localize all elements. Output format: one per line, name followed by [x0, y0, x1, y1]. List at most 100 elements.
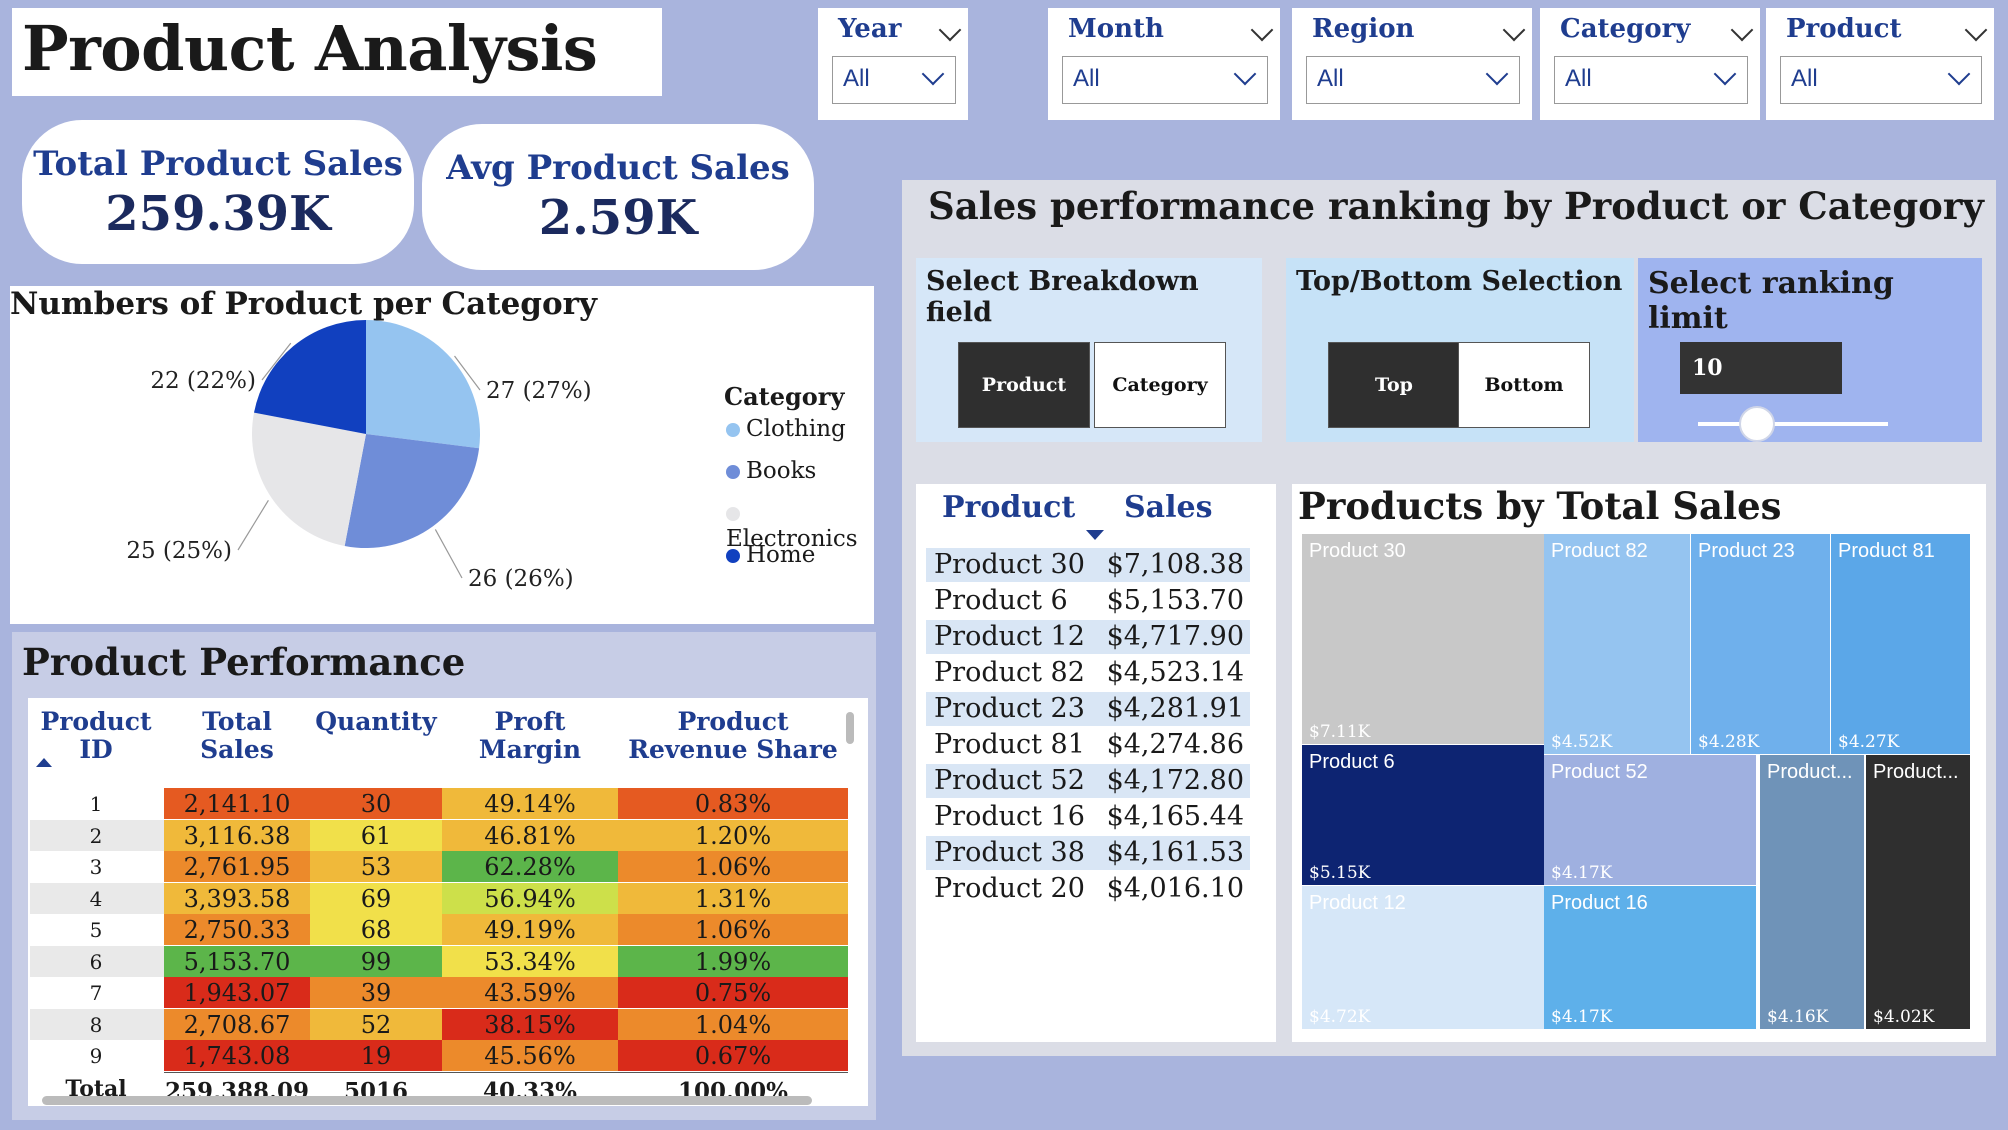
col-quantity[interactable]: Quantity [310, 708, 442, 736]
treemap-tile-label: Product 6 [1309, 751, 1395, 773]
col-revenue-share[interactable]: Product Revenue Share [618, 708, 848, 764]
list-item-product: Product 82 [934, 657, 1085, 688]
category-slicer-label: Category [1560, 14, 1691, 44]
legend-item-books[interactable]: Books [726, 458, 816, 484]
treemap-tile[interactable]: Product 12 $4.72K [1302, 886, 1544, 1029]
list-item-sales: $4,016.10 [1106, 873, 1244, 904]
treemap-tile[interactable]: Product 30 $7.11K [1302, 534, 1544, 744]
list-item-product: Product 38 [934, 837, 1085, 868]
list-item[interactable]: Product 52 $4,172.80 [926, 764, 1250, 798]
pie-data-label: 25 (25%) [126, 538, 232, 564]
breakdown-category-button[interactable]: Category [1094, 342, 1226, 428]
treemap-tile-label: Product... [1767, 761, 1853, 783]
treemap-tile[interactable]: Product 52 $4.17K [1544, 755, 1756, 885]
treemap-tile[interactable]: Product 81 $4.27K [1831, 534, 1970, 754]
horizontal-scrollbar[interactable] [42, 1096, 812, 1105]
list-item[interactable]: Product 12 $4,717.90 [926, 620, 1250, 654]
pie-slice-books[interactable] [344, 434, 480, 548]
product-slicer-label: Product [1786, 14, 1902, 44]
legend-label: Books [746, 458, 817, 484]
list-item[interactable]: Product 81 $4,274.86 [926, 728, 1250, 762]
treemap-tile-label: Product... [1873, 761, 1959, 783]
list-header-product[interactable]: Product [942, 490, 1075, 525]
performance-title: Product Performance [22, 640, 466, 684]
product-dropdown-value: All [1791, 65, 1818, 92]
col-profit-margin[interactable]: Proft Margin [442, 708, 618, 764]
treemap-tile[interactable]: Product 82 $4.52K [1544, 534, 1690, 754]
list-item[interactable]: Product 20 $4,016.10 [926, 872, 1250, 906]
list-item-sales: $4,172.80 [1106, 765, 1244, 796]
heatmap-cell-margin: 62.28% [442, 851, 618, 882]
treemap-tile[interactable]: Product... $4.16K [1760, 755, 1864, 1029]
product-dropdown[interactable]: All [1780, 56, 1982, 104]
list-item-sales: $4,274.86 [1106, 729, 1244, 760]
top-button[interactable]: Top [1328, 342, 1460, 428]
list-item[interactable]: Product 6 $5,153.70 [926, 584, 1250, 618]
pie-data-label: 22 (22%) [150, 368, 256, 394]
heatmap-cell-qty: 52 [310, 1008, 442, 1040]
list-item[interactable]: Product 30 $7,108.38 [926, 548, 1250, 582]
title-box: Product Analysis [12, 8, 662, 96]
limit-input[interactable]: 10 [1680, 342, 1842, 394]
month-dropdown[interactable]: All [1062, 56, 1268, 104]
chevron-down-icon[interactable] [1730, 18, 1754, 42]
ranking-list: Product Sales Product 30 $7,108.38 Product… [916, 484, 1276, 1042]
col-total-sales[interactable]: Total Sales [164, 708, 310, 764]
treemap-tile-label: Product 16 [1551, 892, 1648, 914]
vertical-scrollbar[interactable] [846, 712, 854, 744]
sort-desc-icon [1086, 530, 1104, 540]
breakdown-product-button[interactable]: Product [958, 342, 1090, 428]
list-item[interactable]: Product 23 $4,281.91 [926, 692, 1250, 726]
treemap-tile[interactable]: Product 23 $4.28K [1691, 534, 1830, 754]
treemap-tile[interactable]: Product 6 $5.15K [1302, 745, 1544, 885]
legend-item-clothing[interactable]: Clothing [726, 416, 846, 442]
table-row-id: 7 [89, 981, 103, 1005]
year-slicer-label: Year [838, 14, 902, 44]
limit-slider-track[interactable] [1698, 422, 1888, 426]
list-item[interactable]: Product 16 $4,165.44 [926, 800, 1250, 834]
chevron-down-icon[interactable] [1250, 18, 1274, 42]
list-item-product: Product 16 [934, 801, 1085, 832]
year-slicer: Year All [818, 8, 968, 120]
treemap-title: Products by Total Sales [1298, 484, 1782, 528]
bottom-button[interactable]: Bottom [1458, 342, 1590, 428]
treemap-tile[interactable]: Product... $4.02K [1866, 755, 1970, 1029]
chevron-down-icon[interactable] [938, 18, 962, 42]
heatmap-cell-sales: 1,943.07 [164, 977, 310, 1008]
table-row-id: 8 [89, 1012, 103, 1037]
list-item[interactable]: Product 82 $4,523.14 [926, 656, 1250, 690]
legend-title: Category [724, 382, 845, 411]
page-title: Product Analysis [22, 12, 598, 85]
heatmap-cell-sales: 2,708.67 [164, 1008, 310, 1040]
list-item[interactable]: Product 38 $4,161.53 [926, 836, 1250, 870]
treemap-tile-label: Product 23 [1698, 540, 1795, 562]
heatmap-cell-qty: 61 [310, 819, 442, 851]
legend-item-home[interactable]: Home [726, 542, 815, 568]
chevron-down-icon [1713, 62, 1737, 86]
chevron-down-icon[interactable] [1502, 18, 1526, 42]
treemap-tile-value: $5.15K [1309, 863, 1371, 883]
avg-sales-label: Avg Product Sales [446, 148, 790, 188]
region-slicer-label: Region [1312, 14, 1415, 44]
treemap-tile-value: $4.27K [1838, 732, 1900, 752]
chevron-down-icon [1485, 62, 1509, 86]
heatmap-cell-qty: 30 [310, 788, 442, 819]
category-dropdown[interactable]: All [1554, 56, 1748, 104]
treemap-tile[interactable]: Product 16 $4.17K [1544, 886, 1756, 1029]
pie-slice-clothing[interactable] [366, 320, 481, 449]
list-item-product: Product 52 [934, 765, 1085, 796]
region-dropdown[interactable]: All [1306, 56, 1520, 104]
heatmap-cell-sales: 2,750.33 [164, 914, 310, 945]
performance-panel: Product Performance Product ID Total Sal… [12, 632, 876, 1120]
table-row-id: 9 [89, 1044, 103, 1068]
region-dropdown-value: All [1317, 65, 1344, 92]
performance-table: Product ID Total Sales Quantity Proft Ma… [28, 698, 868, 1106]
col-product-id[interactable]: Product ID [28, 708, 164, 764]
heatmap-cell-share: 1.99% [618, 945, 848, 977]
legend-label: Home [746, 542, 816, 568]
year-dropdown[interactable]: All [832, 56, 956, 104]
total-sales-card: Total Product Sales 259.39K [22, 120, 414, 264]
chevron-down-icon[interactable] [1964, 18, 1988, 42]
limit-slider-thumb[interactable] [1739, 406, 1775, 442]
list-header-sales[interactable]: Sales [1124, 490, 1212, 525]
